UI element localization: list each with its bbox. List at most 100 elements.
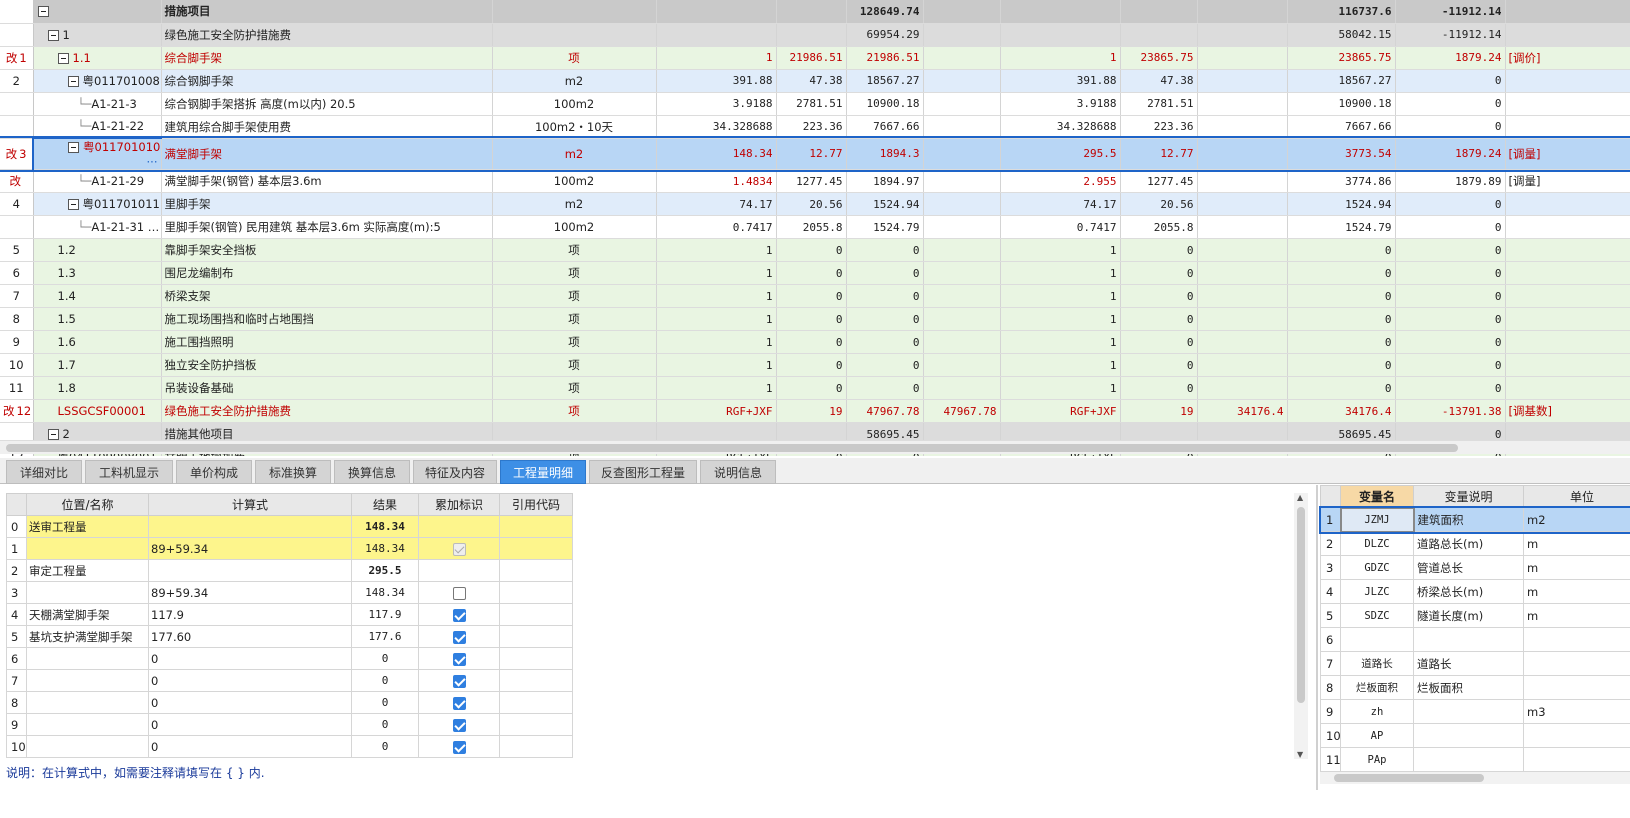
scroll-up-icon[interactable]: ▲	[1297, 493, 1303, 502]
item-name[interactable]: 综合钢脚手架搭拆 高度(m以内) 20.5	[161, 92, 493, 116]
quantity-row[interactable]: 3 89+59.34 148.34	[6, 581, 573, 604]
accumulate-flag-cell[interactable]	[418, 735, 500, 758]
variable-unit[interactable]	[1523, 747, 1630, 772]
variable-unit[interactable]: m3	[1523, 699, 1630, 724]
grid-row[interactable]: 11 1.8 吊装设备基础项 1 0 0 1 0 0 0	[0, 376, 1630, 400]
accumulate-checkbox[interactable]	[452, 674, 466, 688]
unit[interactable]: 100m2	[492, 92, 657, 116]
tab-4[interactable]: 标准换算	[255, 460, 331, 484]
variable-unit[interactable]	[1523, 675, 1630, 700]
variable-row[interactable]: 11 PAp	[1320, 747, 1630, 772]
variable-row[interactable]: 10 AP	[1320, 723, 1630, 748]
item-name[interactable]: 里脚手架(钢管) 民用建筑 基本层3.6m 实际高度(m):5	[161, 215, 493, 239]
variable-unit[interactable]	[1523, 627, 1630, 652]
collapse-toggle-icon[interactable]	[37, 6, 49, 18]
approved-rate[interactable]: 2781.51	[1120, 92, 1198, 116]
variable-row[interactable]: 2 DLZC 道路总长(m) m	[1320, 531, 1630, 556]
approved-quantity[interactable]: 1	[1000, 238, 1121, 262]
formula-cell[interactable]: 0	[148, 735, 352, 758]
item-code[interactable]: 1.6	[33, 330, 162, 354]
variable-unit[interactable]: m	[1523, 555, 1630, 580]
submitted-rate[interactable]: 0	[776, 284, 847, 308]
location-name-cell[interactable]	[26, 537, 149, 560]
item-code[interactable]: └─ A1-21-29	[33, 169, 162, 193]
approved-rate[interactable]: 0	[1120, 238, 1198, 262]
formula-cell[interactable]: 0	[148, 647, 352, 670]
reference-code-cell[interactable]	[499, 559, 573, 582]
submitted-rate[interactable]: 12.77	[776, 138, 847, 170]
submitted-quantity[interactable]: RGF+JXF	[656, 399, 777, 423]
approved-quantity[interactable]: 1	[1000, 46, 1121, 70]
accumulate-flag-cell[interactable]	[418, 647, 500, 670]
submitted-quantity[interactable]: 0.7417	[656, 215, 777, 239]
variable-description[interactable]: 桥梁总长(m)	[1413, 579, 1524, 604]
quantity-row[interactable]: 6 00	[6, 647, 573, 670]
collapse-toggle-icon[interactable]	[57, 52, 69, 64]
approved-rate[interactable]: 0	[1120, 376, 1198, 400]
grid-row[interactable]: 改 1 1.1 综合脚手架项 1 21986.51 21986.51 1 23865.75 238…	[0, 46, 1630, 70]
unit[interactable]: m2	[492, 138, 657, 170]
variable-horizontal-scrollbar[interactable]	[1320, 772, 1630, 784]
grid-row[interactable]: 4粤011701011…里脚手架m274.1720.561524.9474.17…	[0, 192, 1630, 216]
accumulate-flag-cell[interactable]	[418, 713, 500, 736]
variable-row[interactable]: 3 GDZC 管道总长 m	[1320, 555, 1630, 580]
unit[interactable]: 项	[492, 399, 657, 423]
quantity-row[interactable]: 9 00	[6, 713, 573, 736]
submitted-rate[interactable]	[776, 23, 847, 47]
variable-name[interactable]: DLZC	[1340, 531, 1414, 556]
grid-row[interactable]: 8 1.5 施工现场围挡和临时占地围挡项 1 0 0 1 0 0 0	[0, 307, 1630, 331]
unit[interactable]: 项	[492, 376, 657, 400]
submitted-rate[interactable]: 0	[776, 261, 847, 285]
formula-cell[interactable]: 89+59.34	[148, 537, 352, 560]
variable-unit[interactable]	[1523, 723, 1630, 748]
variable-unit[interactable]: m	[1523, 603, 1630, 628]
grid-row[interactable]: 措施项目 128649.74 116737.6 -11912.14	[0, 0, 1630, 24]
approved-quantity[interactable]: 1	[1000, 307, 1121, 331]
variable-name[interactable]: AP	[1340, 723, 1414, 748]
variable-name[interactable]: JZMJ	[1339, 506, 1415, 533]
approved-quantity[interactable]: 74.17	[1000, 192, 1121, 216]
item-name[interactable]: 建筑用综合脚手架使用费	[161, 115, 493, 139]
tab-7[interactable]: 工程量明细	[500, 460, 586, 484]
variable-name[interactable]: GDZC	[1340, 555, 1414, 580]
variable-name[interactable]	[1340, 627, 1414, 652]
approved-rate[interactable]: 0	[1120, 330, 1198, 354]
accumulate-flag-cell[interactable]	[418, 515, 500, 538]
approved-rate[interactable]: 19	[1120, 399, 1198, 423]
approved-rate[interactable]: 1277.45	[1120, 169, 1198, 193]
item-name[interactable]: 满堂脚手架(钢管) 基本层3.6m	[161, 169, 493, 193]
accumulate-checkbox[interactable]	[452, 696, 466, 710]
submitted-quantity[interactable]: 3.9188	[656, 92, 777, 116]
variable-unit[interactable]: m2	[1523, 507, 1630, 532]
submitted-rate[interactable]: 0	[776, 330, 847, 354]
reference-code-cell[interactable]	[499, 515, 573, 538]
approved-rate[interactable]	[1120, 0, 1198, 24]
quantity-row[interactable]: 4 天棚满堂脚手架 117.9 117.9	[6, 603, 573, 626]
grid-row[interactable]: 9 1.6 施工围挡照明项 1 0 0 1 0 0 0	[0, 330, 1630, 354]
variable-row[interactable]: 4 JLZC 桥梁总长(m) m	[1320, 579, 1630, 604]
submitted-rate[interactable]: 19	[776, 399, 847, 423]
collapse-toggle-icon[interactable]	[47, 429, 59, 440]
formula-cell[interactable]: 117.9	[148, 603, 352, 626]
location-name-cell[interactable]	[26, 581, 149, 604]
approved-rate[interactable]: 12.77	[1120, 138, 1198, 170]
unit[interactable]: 项	[492, 307, 657, 331]
approved-rate[interactable]: 223.36	[1120, 115, 1198, 139]
accumulate-flag-cell[interactable]	[418, 537, 500, 560]
item-code[interactable]: 粤011701010…···	[32, 137, 162, 170]
variable-row[interactable]: 9 zh m3	[1320, 699, 1630, 724]
submitted-quantity[interactable]	[656, 0, 777, 24]
grid-row[interactable]: └─ A1-21-22 建筑用综合脚手架使用费 100m2・10天 34.328688…	[0, 115, 1630, 139]
quantity-row[interactable]: 2 审定工程量 295.5	[6, 559, 573, 582]
quantity-row[interactable]: 10 0 0	[6, 735, 573, 758]
quantity-row[interactable]: 5 基坑支护满堂脚手架 177.60 177.6	[6, 625, 573, 648]
variable-unit[interactable]: m	[1523, 579, 1630, 604]
submitted-quantity[interactable]: 1	[656, 307, 777, 331]
approved-quantity[interactable]: 0.7417	[1000, 215, 1121, 239]
unit[interactable]: m2	[492, 69, 657, 93]
unit[interactable]: 项	[492, 261, 657, 285]
tab-1[interactable]: 详细对比	[6, 460, 82, 484]
accumulate-checkbox[interactable]	[452, 630, 466, 644]
accumulate-flag-cell[interactable]	[418, 669, 500, 692]
variable-name[interactable]: SDZC	[1340, 603, 1414, 628]
